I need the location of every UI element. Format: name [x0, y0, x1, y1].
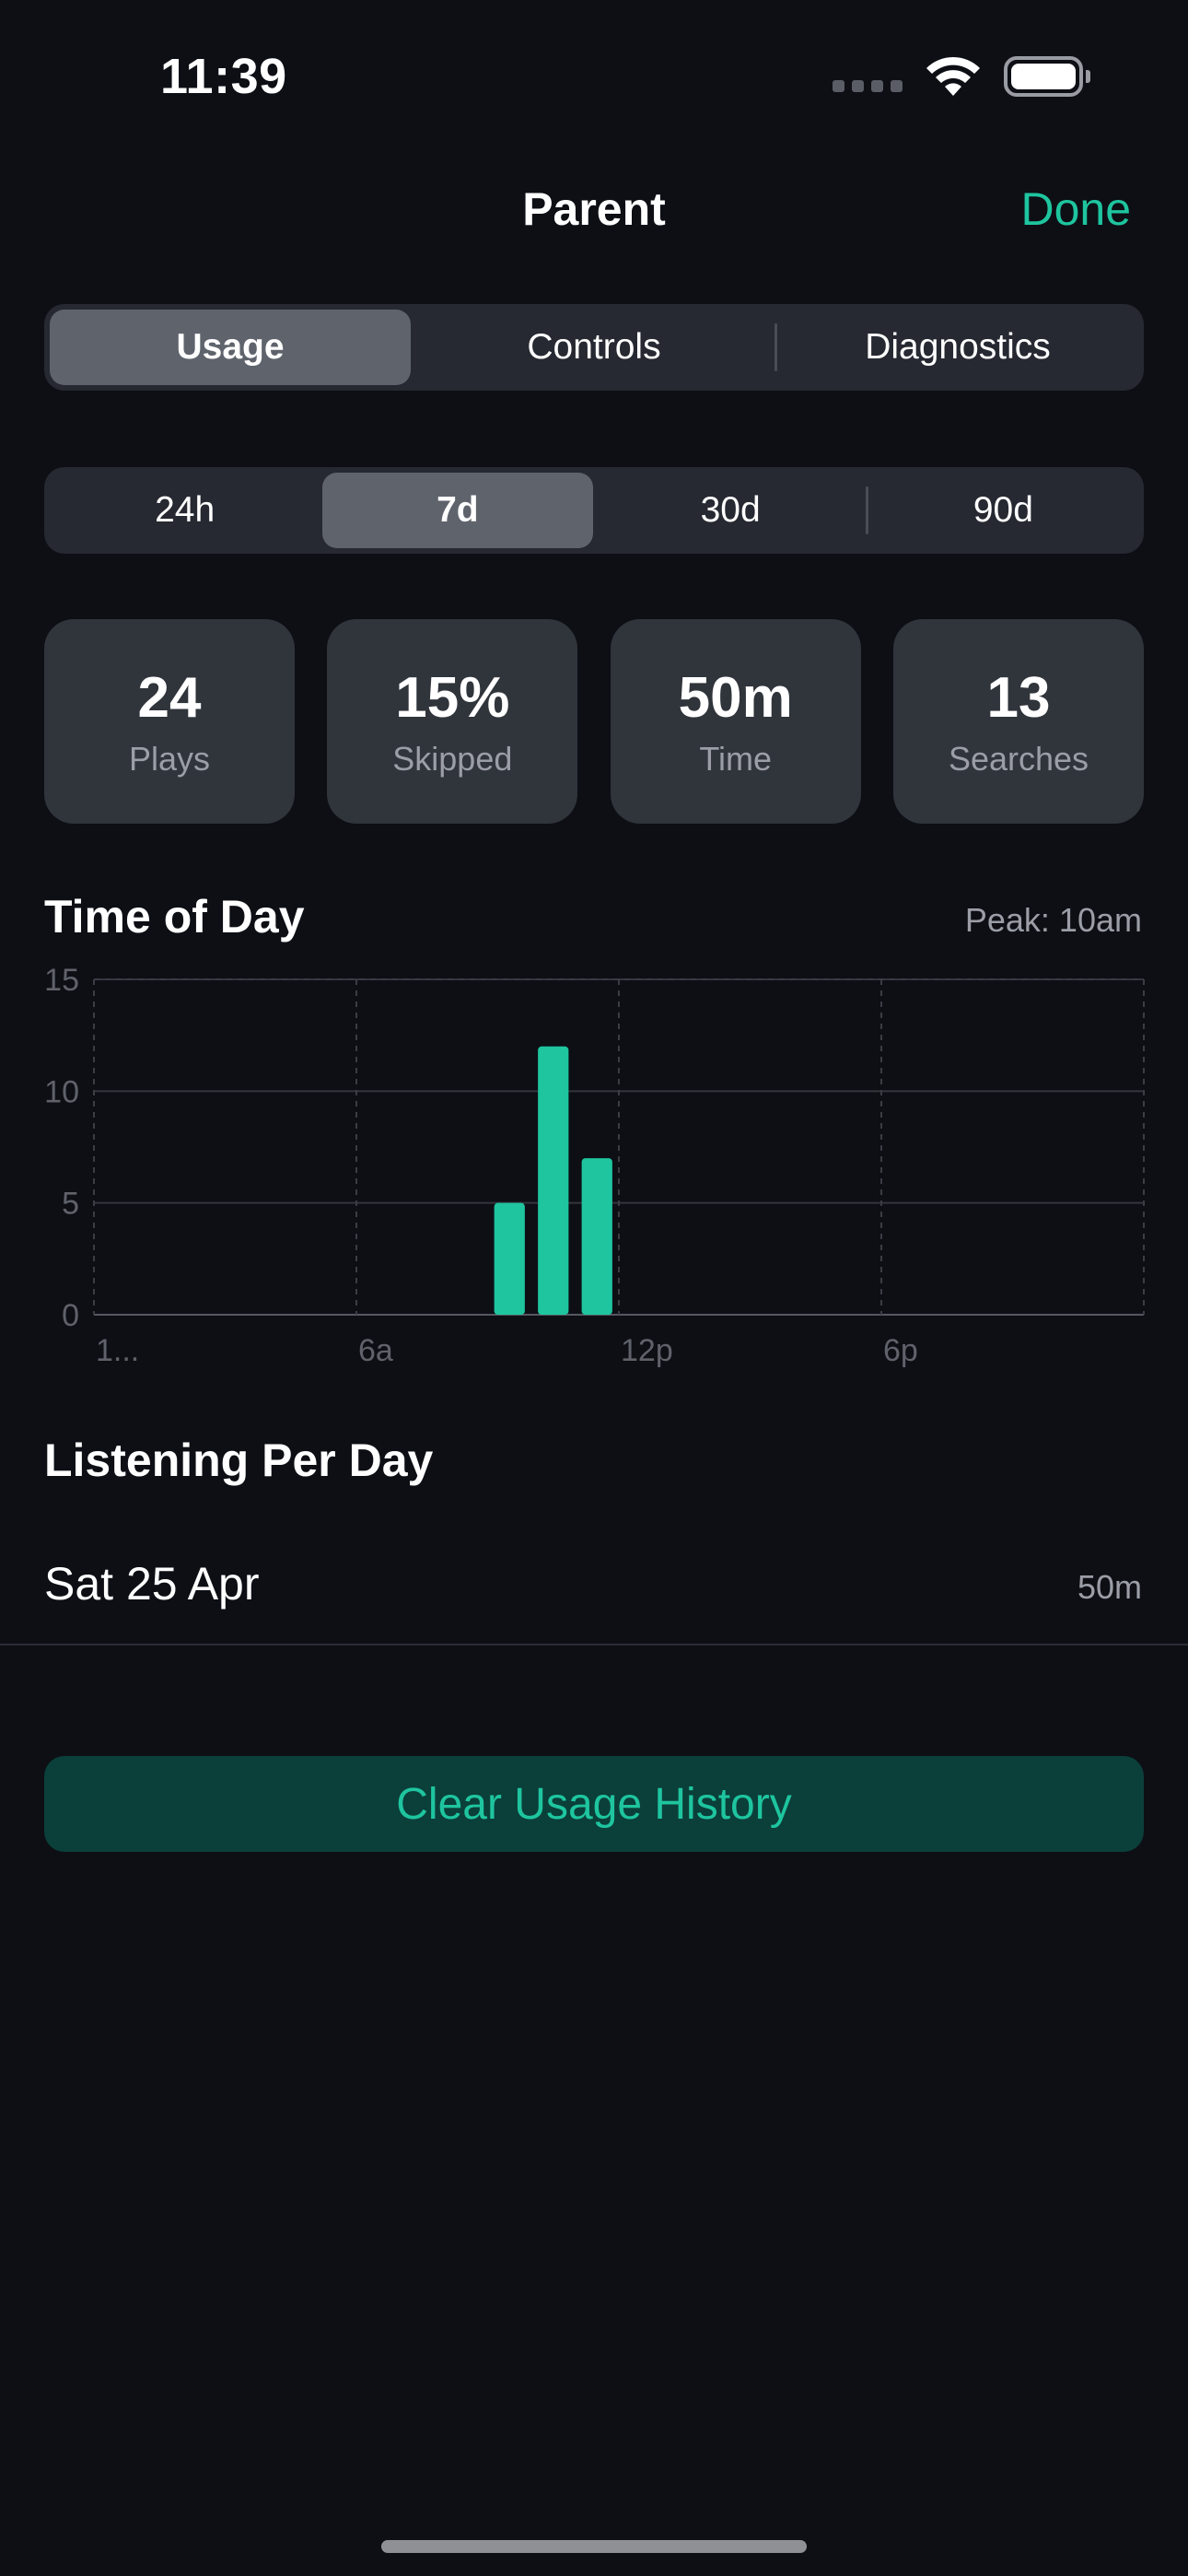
y-tick-label: 15: [44, 963, 79, 998]
y-tick-label: 10: [44, 1074, 79, 1109]
range-30d[interactable]: 30d: [596, 473, 866, 548]
range-90d[interactable]: 90d: [868, 473, 1138, 548]
chart-bar: [581, 1158, 612, 1315]
main-segmented-control: Usage Controls Diagnostics: [44, 304, 1144, 391]
stat-value: 50m: [678, 665, 793, 730]
time-of-day-title: Time of Day: [44, 891, 305, 943]
time-of-day-chart: 0 5 10 15 1... 6a 12p 6p: [44, 963, 1145, 1368]
stat-card-time: 50m Time: [610, 619, 861, 824]
day-date: Sat 25 Apr: [44, 1558, 260, 1610]
chart-bar: [538, 1046, 569, 1315]
battery-icon: [1004, 56, 1090, 97]
x-tick-label: 12p: [621, 1333, 673, 1368]
listening-per-day-title: Listening Per Day: [44, 1434, 434, 1486]
range-segmented-control: 24h 7d 30d 90d: [44, 467, 1144, 554]
y-tick-label: 5: [62, 1187, 79, 1222]
stat-label: Searches: [948, 739, 1089, 778]
range-7d[interactable]: 7d: [322, 473, 593, 548]
page-title: Parent: [522, 183, 666, 235]
stat-card-skipped: 15% Skipped: [327, 619, 578, 824]
chart-bar: [494, 1202, 525, 1315]
stats-cards: 24 Plays 15% Skipped 50m Time 13 Searche…: [44, 619, 1144, 824]
peak-label: Peak: 10am: [964, 901, 1142, 939]
home-indicator[interactable]: [381, 2540, 807, 2553]
stat-label: Skipped: [392, 739, 513, 778]
list-item[interactable]: Sat 25 Apr 50m: [0, 1537, 1188, 1645]
day-duration: 50m: [1077, 1568, 1142, 1606]
tab-usage[interactable]: Usage: [50, 310, 411, 385]
stat-label: Time: [699, 739, 772, 778]
y-tick-label: 0: [62, 1298, 79, 1333]
stat-value: 13: [986, 665, 1051, 730]
status-time: 11:39: [160, 49, 287, 104]
x-tick-label: 1...: [96, 1333, 139, 1368]
cellular-signal-icon: [833, 79, 903, 92]
stat-card-plays: 24 Plays: [44, 619, 295, 824]
tab-diagnostics[interactable]: Diagnostics: [777, 310, 1138, 385]
tab-controls[interactable]: Controls: [413, 310, 775, 385]
x-tick-label: 6a: [358, 1333, 393, 1368]
clear-usage-history-button[interactable]: Clear Usage History: [44, 1756, 1144, 1852]
status-icons: [833, 55, 1090, 98]
stat-label: Plays: [128, 739, 211, 778]
stat-card-searches: 13 Searches: [892, 619, 1144, 824]
range-24h[interactable]: 24h: [50, 473, 320, 548]
parent-screen: 11:39 Parent Done Usage Controls Diagnos…: [0, 0, 1188, 2576]
wifi-icon: [926, 56, 980, 96]
x-tick-label: 6p: [883, 1333, 918, 1368]
done-button[interactable]: Done: [1020, 182, 1131, 236]
stat-value: 15%: [395, 665, 510, 730]
stat-value: 24: [137, 665, 202, 730]
